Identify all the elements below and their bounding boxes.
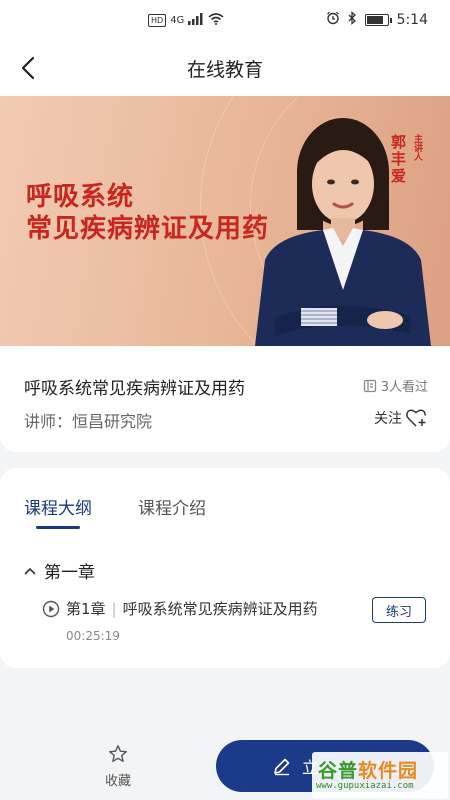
page-title: 在线教育 xyxy=(186,58,263,81)
speaker-tag: 郭丰爱 主讲人 xyxy=(388,134,424,185)
nav-bar: 在线教育 xyxy=(0,40,450,96)
battery-fill xyxy=(366,16,383,24)
status-bar: HD 4G 5:14 xyxy=(0,0,450,40)
signal-icon xyxy=(188,12,204,28)
network-indicators: HD 4G xyxy=(148,12,224,28)
lesson-title: 呼吸系统常见疾病辨证及用药 xyxy=(122,600,318,618)
watermark-url: www.gupuxiazai.com xyxy=(316,781,414,791)
course-banner[interactable]: 呼吸系统 常见疾病辨证及用药 郭丰爱 主讲人 xyxy=(0,96,450,346)
star-icon xyxy=(109,745,127,762)
tab-introduction[interactable]: 课程介绍 xyxy=(138,494,206,529)
collect-button[interactable]: 收藏 xyxy=(96,744,140,789)
course-title: 呼吸系统常见疾病辨证及用药 xyxy=(24,379,245,399)
heart-plus-icon xyxy=(406,409,426,427)
banner-title-line2: 常见疾病辨证及用药 xyxy=(26,214,270,244)
lecturer-label: 讲师：恒昌研究院 xyxy=(24,412,153,431)
pen-icon xyxy=(274,758,290,776)
chevron-left-icon xyxy=(21,56,35,80)
course-tabs: 课程大纲 课程介绍 xyxy=(24,494,206,529)
lesson-chapter: 第1章 xyxy=(66,600,106,618)
bluetooth-icon xyxy=(348,11,357,29)
battery-icon xyxy=(364,14,392,26)
collect-label: 收藏 xyxy=(104,774,131,789)
practice-button[interactable]: 练习 xyxy=(372,597,426,623)
hd-badge: HD xyxy=(148,13,167,27)
chapter-title: 第一章 xyxy=(44,563,95,583)
book-icon xyxy=(363,379,376,392)
back-button[interactable] xyxy=(14,54,42,82)
network-type: 4G xyxy=(170,14,185,26)
status-right: 5:14 xyxy=(326,11,428,29)
lesson-duration: 00:25:19 xyxy=(66,629,120,643)
play-circle-icon xyxy=(42,600,60,617)
watermark-brand-green: 谷普 xyxy=(318,760,359,782)
lesson-item[interactable]: 第1章 | 呼吸系统常见疾病辨证及用药 xyxy=(42,598,318,619)
clock: 5:14 xyxy=(396,12,428,28)
watermark-brand-orange: 软件园 xyxy=(358,760,419,782)
wifi-icon xyxy=(208,12,224,28)
chapter-header[interactable]: 第一章 xyxy=(24,558,95,583)
course-outline-card: 课程大纲 课程介绍 第一章 第1章 | 呼吸系统常见疾病辨证及用药 练习 00:… xyxy=(0,468,450,668)
lesson-divider: | xyxy=(111,599,117,618)
viewers-count: 3人看过 xyxy=(363,376,428,395)
follow-label: 关注 xyxy=(374,411,402,427)
chevron-up-icon xyxy=(24,567,36,574)
speaker-role: 主讲人 xyxy=(412,134,422,161)
tab-outline[interactable]: 课程大纲 xyxy=(24,494,92,529)
course-info-card: 呼吸系统常见疾病辨证及用药 3人看过 讲师：恒昌研究院 关注 xyxy=(0,346,450,452)
speaker-name: 郭丰爱 xyxy=(389,134,407,185)
watermark-logo: 谷普软件园 www.gupuxiazai.com xyxy=(312,752,448,798)
viewers-label: 3人看过 xyxy=(380,380,428,395)
alarm-icon xyxy=(326,11,340,29)
watermark-brand: 谷普软件园 xyxy=(318,756,418,783)
follow-button[interactable]: 关注 xyxy=(374,408,428,428)
